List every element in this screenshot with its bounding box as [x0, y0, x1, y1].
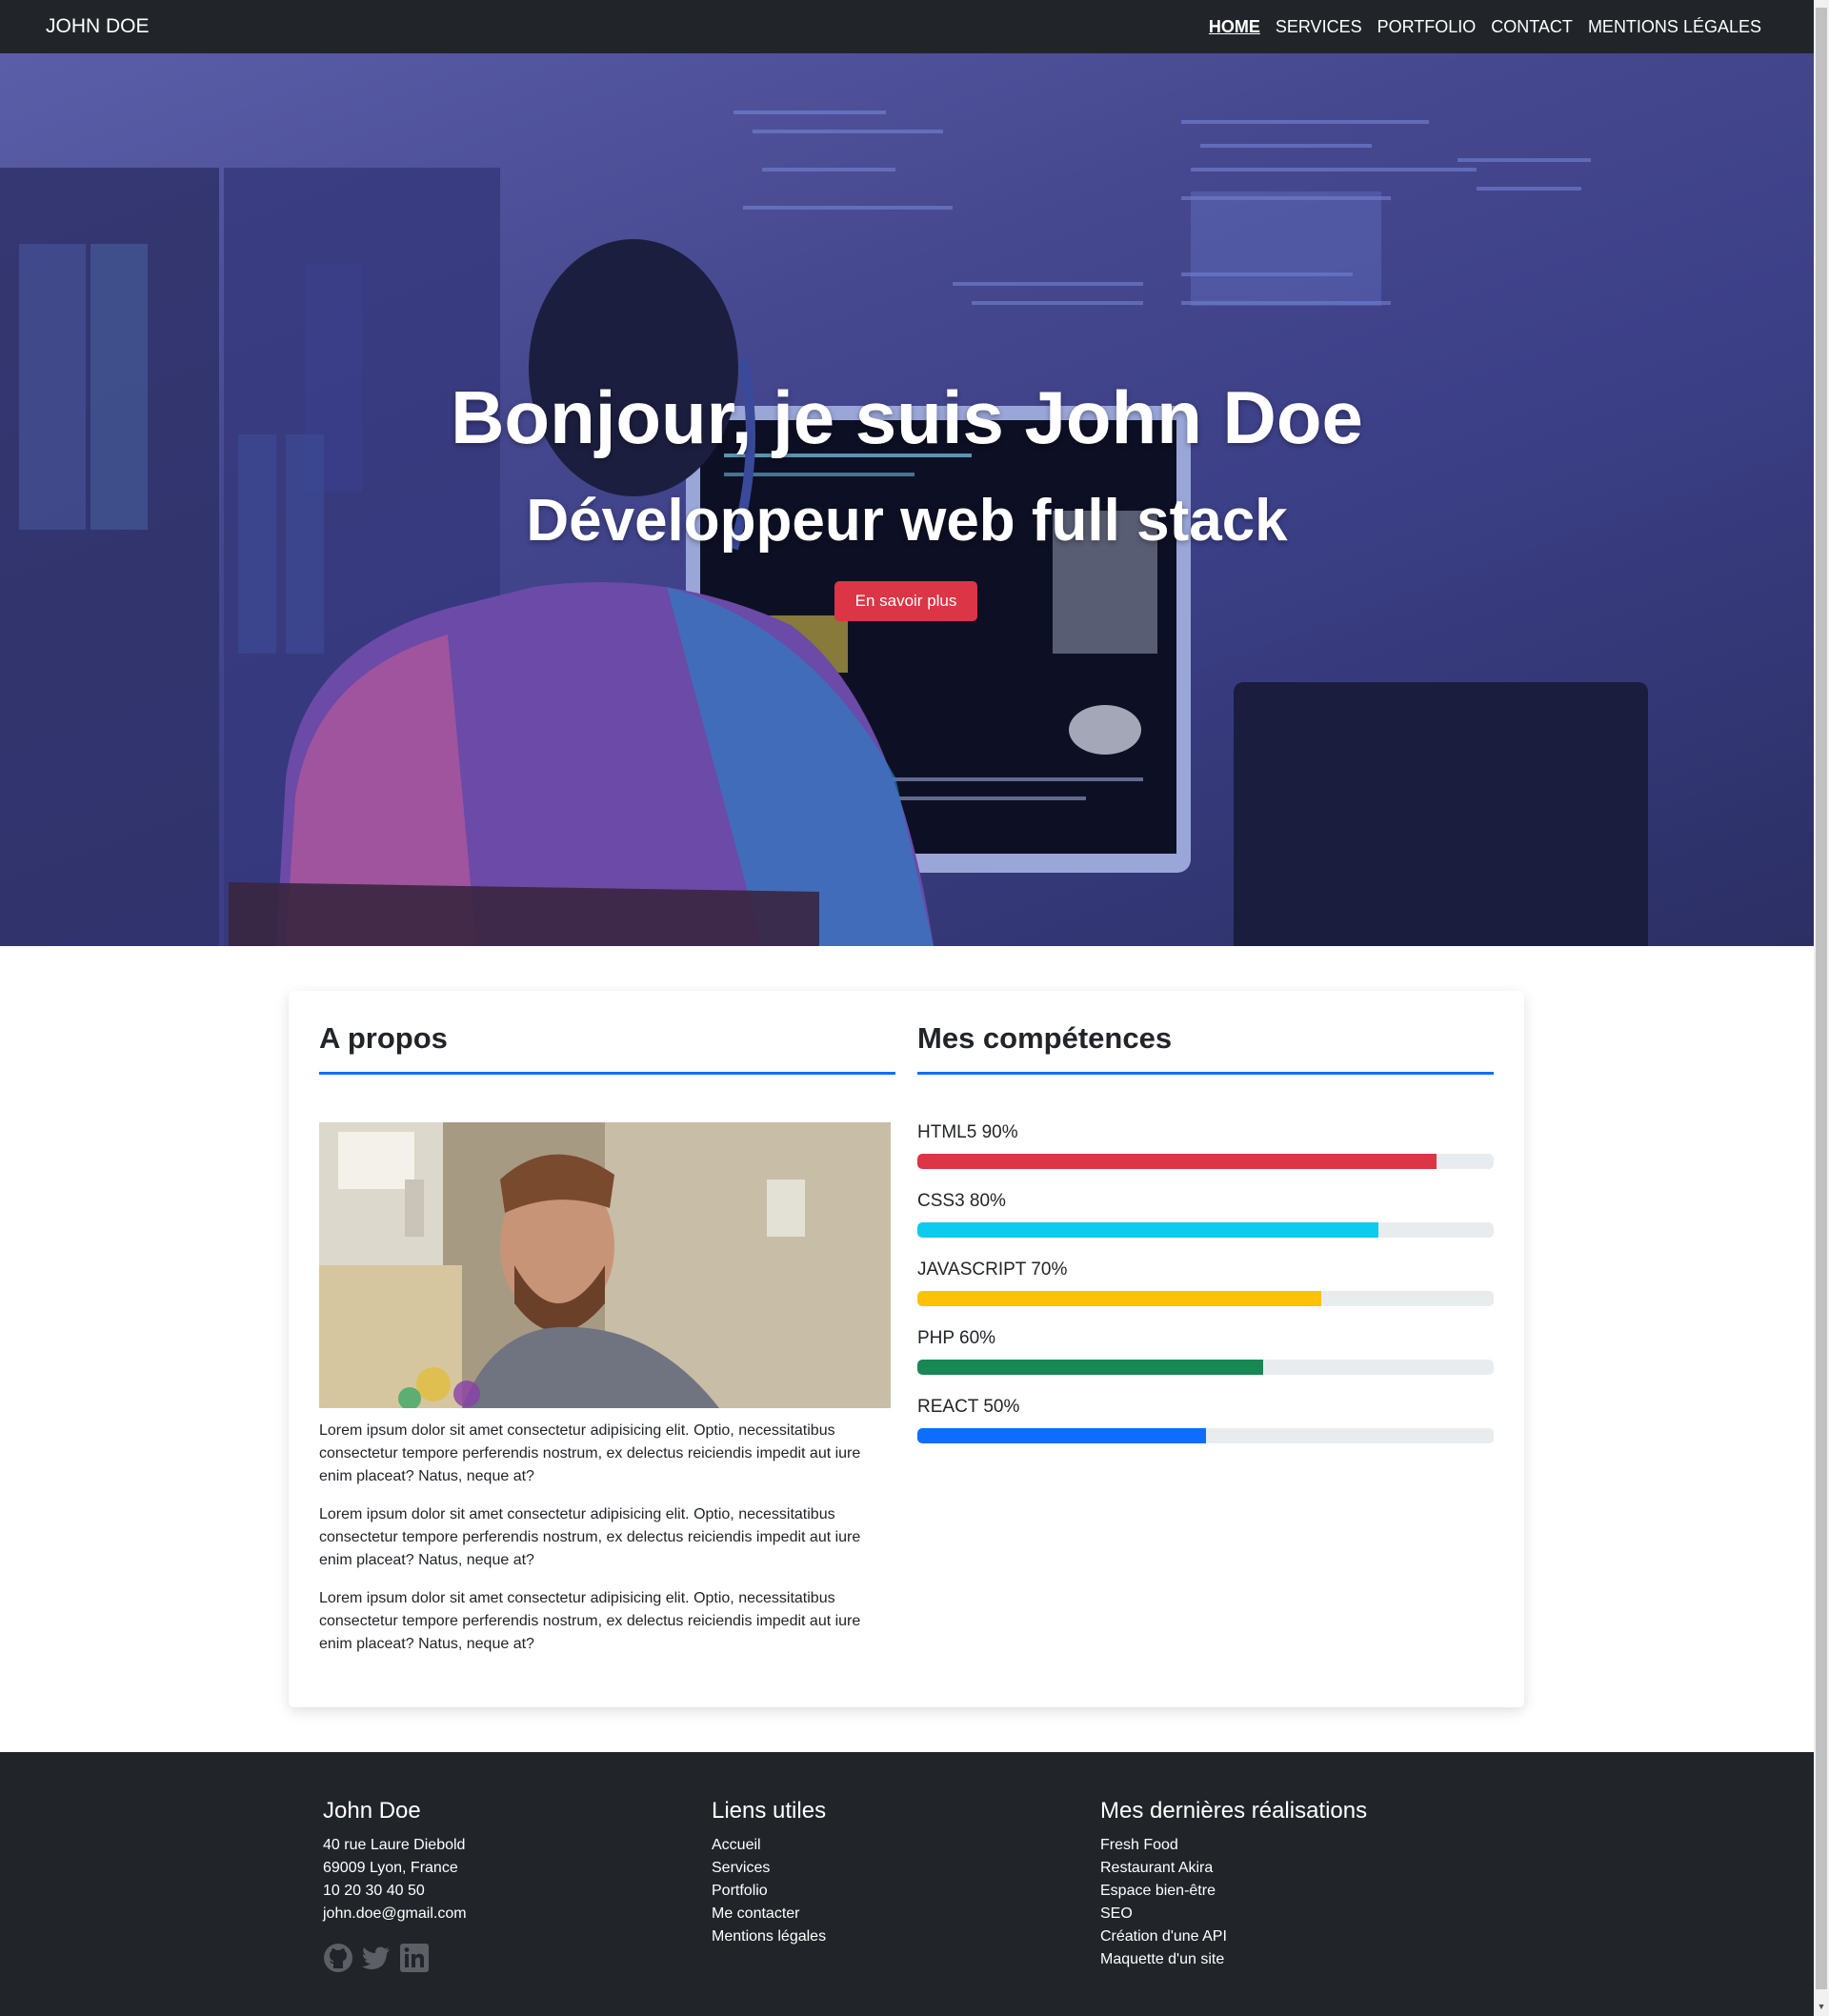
footer-contact-title: John Doe [323, 1798, 421, 1824]
linkedin-icon[interactable] [399, 1943, 430, 1973]
footer-work-espace-bien-etre[interactable]: Espace bien-être [1100, 1880, 1367, 1903]
footer-work-api[interactable]: Création d'une API [1100, 1925, 1367, 1948]
skill-label-html5: HTML5 90% [917, 1122, 1018, 1142]
about-photo [319, 1122, 891, 1408]
hero-section: Bonjour, je suis John Doe Développeur we… [0, 53, 1814, 946]
footer-work-fresh-food[interactable]: Fresh Food [1100, 1834, 1367, 1857]
footer-useful-links: Liens utiles Accueil Services Portfolio … [712, 1798, 826, 1948]
github-icon[interactable] [323, 1943, 353, 1973]
learn-more-button[interactable]: En savoir plus [834, 581, 977, 621]
footer-links-title: Liens utiles [712, 1798, 827, 1824]
footer-email[interactable]: john.doe@gmail.com [323, 1903, 467, 1925]
skills-title-rule [917, 1072, 1494, 1075]
hero-title: Bonjour, je suis John Doe [451, 375, 1363, 459]
page-scrollbar[interactable]: ▼ [1814, 0, 1829, 2016]
footer-link-services[interactable]: Services [712, 1857, 826, 1880]
footer-latest-works: Mes dernières réalisations Fresh Food Re… [1100, 1798, 1367, 1971]
skill-fill-javascript [917, 1291, 1321, 1306]
footer-work-restaurant-akira[interactable]: Restaurant Akira [1100, 1857, 1367, 1880]
about-skills-card: A propos Mes compétences Lorem ipsum dol… [289, 991, 1524, 1707]
footer-link-portfolio[interactable]: Portfolio [712, 1880, 826, 1903]
nav-links: HOME SERVICES PORTFOLIO CONTACT MENTIONS… [1209, 17, 1761, 37]
hero-subtitle: Développeur web full stack [526, 488, 1288, 554]
footer-address-line2: 69009 Lyon, France [323, 1860, 458, 1876]
twitter-icon[interactable] [361, 1943, 392, 1973]
skill-label-react: REACT 50% [917, 1397, 1020, 1417]
nav-link-portfolio[interactable]: PORTFOLIO [1377, 17, 1477, 37]
footer-work-seo[interactable]: SEO [1100, 1903, 1367, 1925]
scroll-down-arrow-icon[interactable]: ▼ [1817, 2003, 1826, 2011]
skill-label-css3: CSS3 80% [917, 1191, 1006, 1211]
skill-fill-css3 [917, 1222, 1378, 1238]
footer-address-line1: 40 rue Laure Diebold [323, 1837, 466, 1853]
skill-fill-react [917, 1428, 1206, 1443]
scrollbar-thumb[interactable] [1816, 8, 1827, 1989]
footer-link-contact[interactable]: Me contacter [712, 1903, 826, 1925]
about-paragraph-2: Lorem ipsum dolor sit amet consectetur a… [319, 1506, 861, 1568]
skill-bar-react [917, 1428, 1494, 1443]
social-links [323, 1943, 467, 1973]
footer-link-mentions-legales[interactable]: Mentions légales [712, 1925, 826, 1948]
nav-link-home[interactable]: HOME [1209, 17, 1260, 37]
skill-fill-html5 [917, 1154, 1437, 1169]
skill-bar-javascript [917, 1291, 1494, 1306]
footer-work-maquette[interactable]: Maquette d'un site [1100, 1948, 1367, 1971]
skills-title: Mes compétences [917, 1021, 1173, 1055]
footer-works-title: Mes dernières réalisations [1100, 1798, 1368, 1824]
nav-link-contact[interactable]: CONTACT [1491, 17, 1573, 37]
skill-bar-php [917, 1360, 1494, 1375]
about-title: A propos [319, 1021, 448, 1055]
skill-fill-php [917, 1360, 1263, 1375]
footer-contact: John Doe 40 rue Laure Diebold 69009 Lyon… [323, 1798, 467, 1973]
about-title-rule [319, 1072, 895, 1075]
footer-phone: 10 20 30 40 50 [323, 1883, 425, 1899]
footer-link-accueil[interactable]: Accueil [712, 1834, 826, 1857]
nav-link-mentions-legales[interactable]: MENTIONS LÉGALES [1588, 17, 1761, 37]
skill-bar-css3 [917, 1222, 1494, 1238]
nav-link-services[interactable]: SERVICES [1276, 17, 1362, 37]
skill-bar-html5 [917, 1154, 1494, 1169]
footer: John Doe 40 rue Laure Diebold 69009 Lyon… [0, 1752, 1814, 2016]
skill-label-php: PHP 60% [917, 1328, 996, 1348]
about-paragraph-1: Lorem ipsum dolor sit amet consectetur a… [319, 1422, 861, 1484]
skill-label-javascript: JAVASCRIPT 70% [917, 1260, 1068, 1280]
about-paragraph-3: Lorem ipsum dolor sit amet consectetur a… [319, 1590, 861, 1652]
brand-logo[interactable]: JOHN DOE [46, 15, 150, 38]
navbar: JOHN DOE HOME SERVICES PORTFOLIO CONTACT… [0, 0, 1814, 53]
